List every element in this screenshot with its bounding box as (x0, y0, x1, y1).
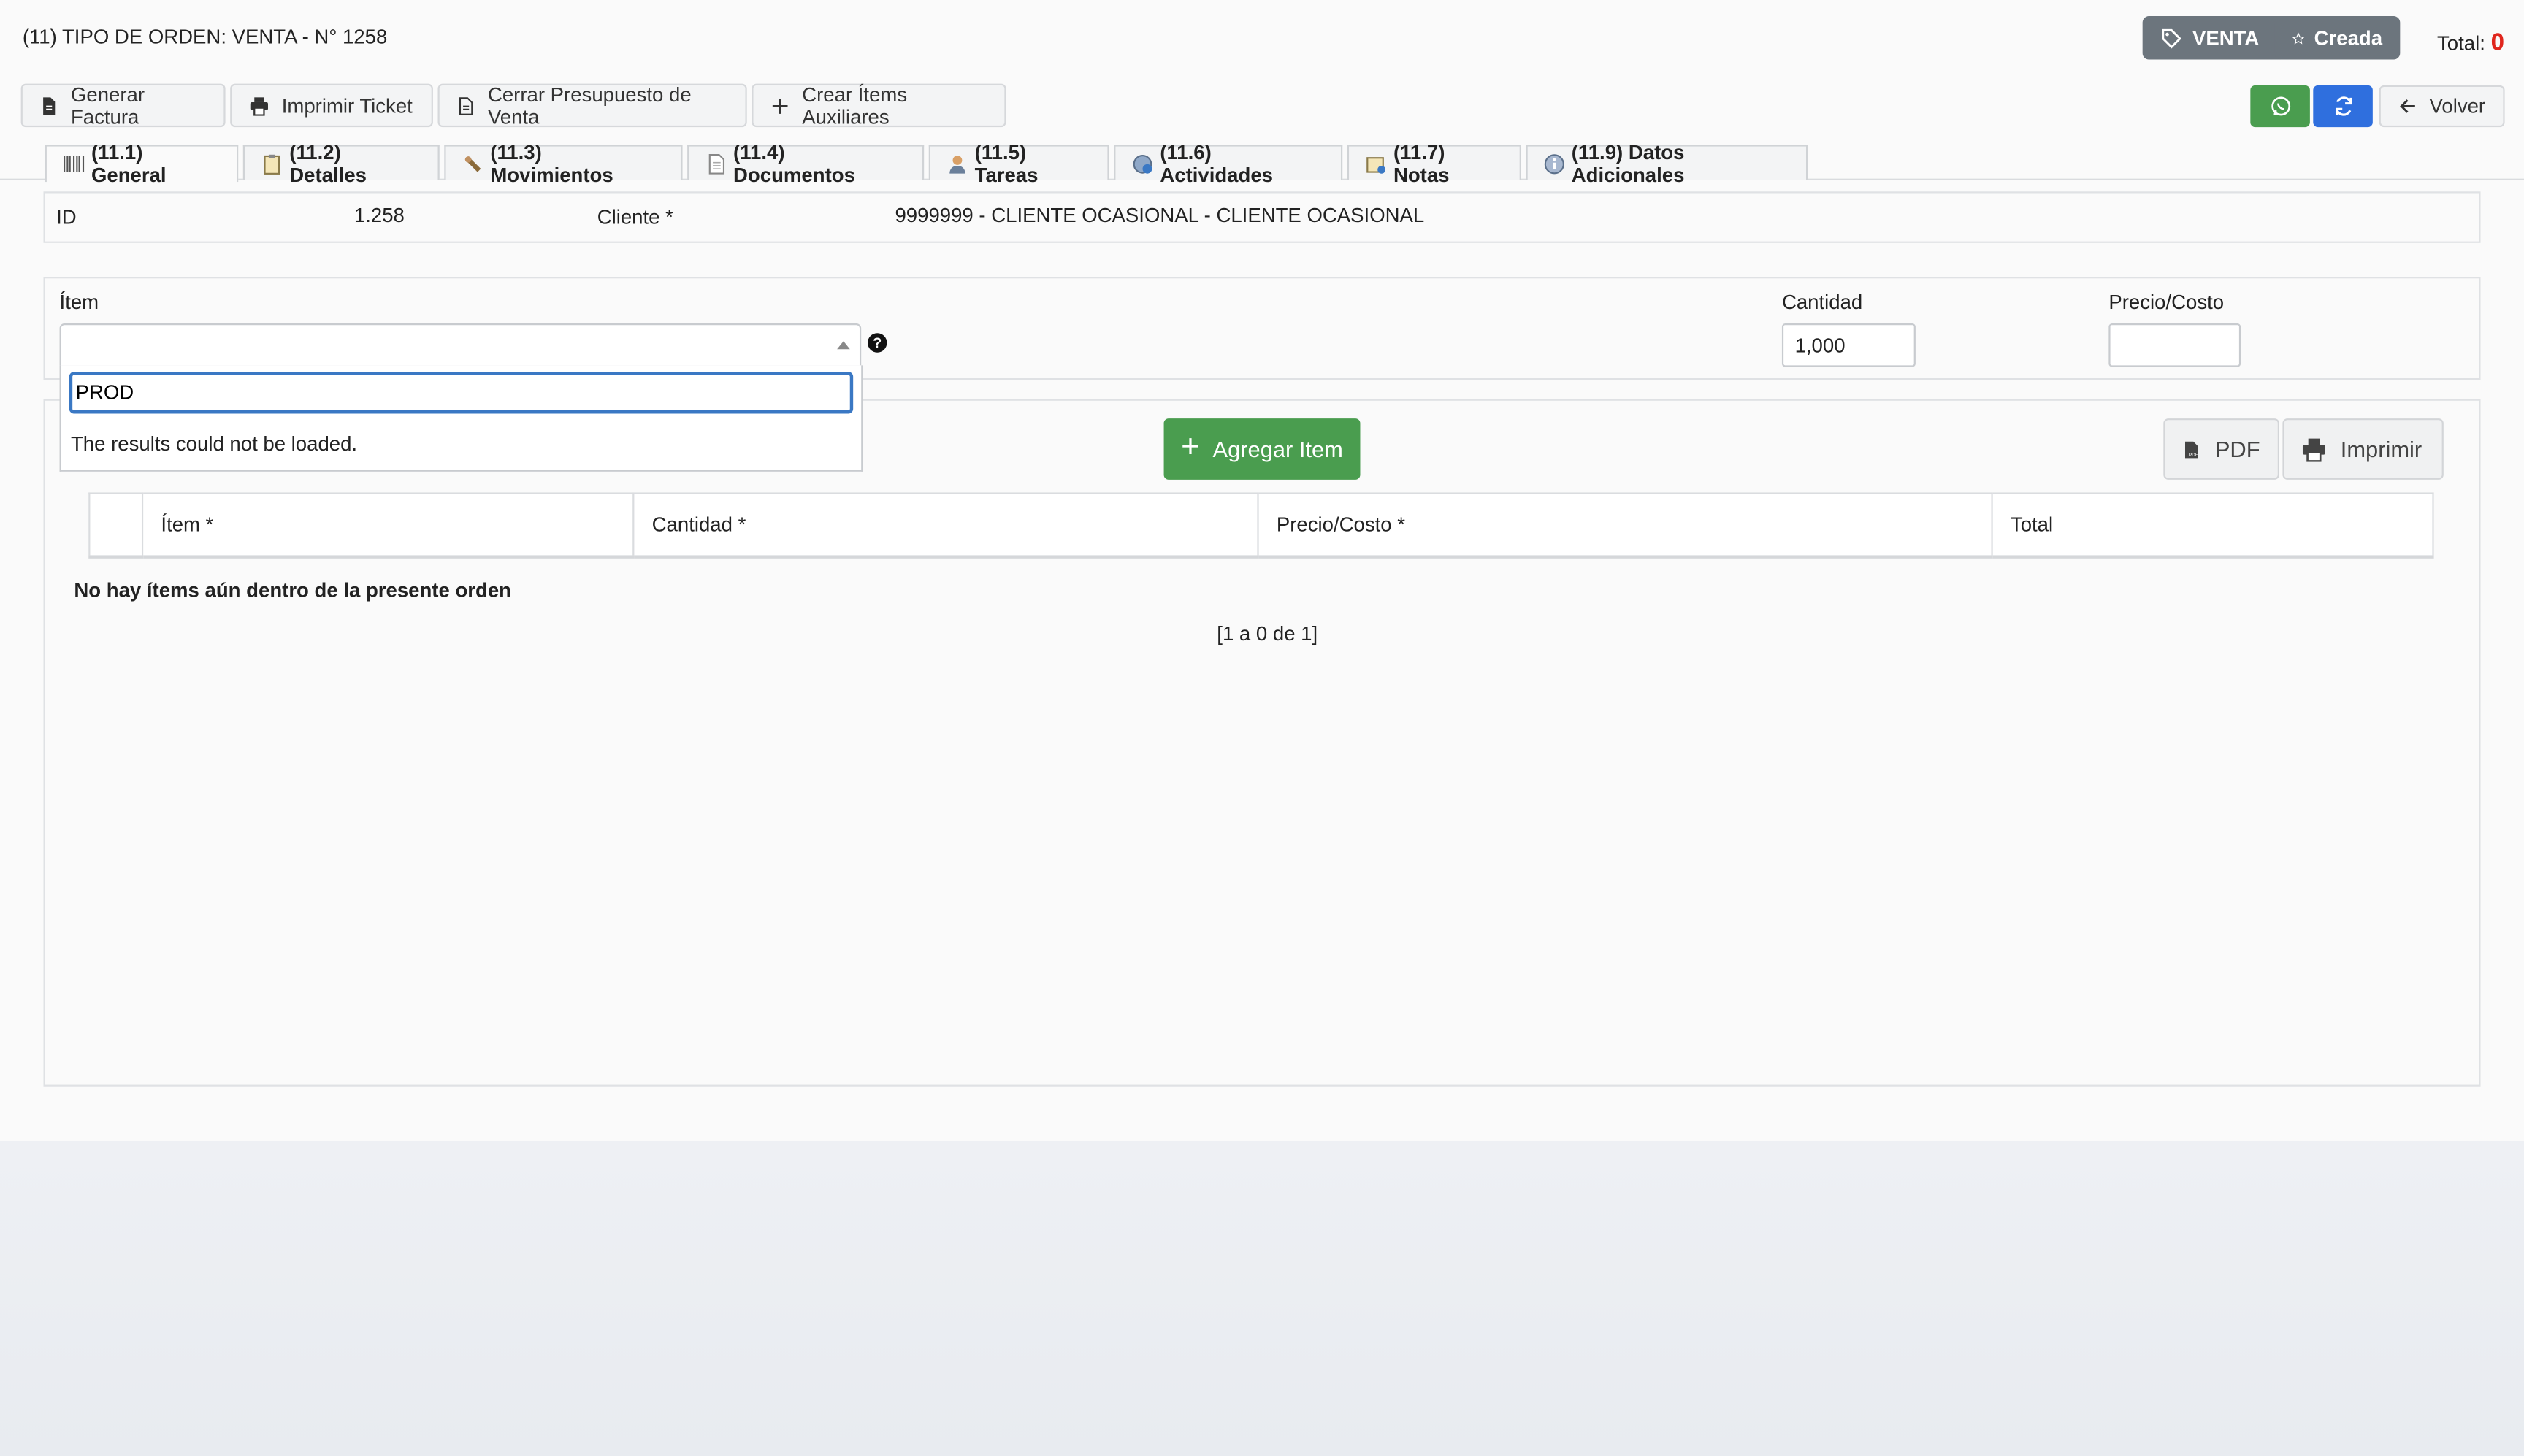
total-value: 0 (2490, 28, 2504, 57)
add-item-label: Agregar Item (1212, 436, 1343, 462)
table-header-item[interactable]: Ítem * (141, 492, 635, 559)
info-icon (1544, 153, 1564, 174)
star-icon (2292, 31, 2305, 44)
page-footer-area (0, 1141, 2524, 1456)
file-icon (43, 96, 56, 115)
refresh-button[interactable] (2313, 85, 2373, 128)
barcode-icon (64, 156, 85, 172)
back-button[interactable]: Volver (2379, 85, 2505, 128)
back-label: Volver (2429, 95, 2486, 118)
client-value: 9999999 - CLIENTE OCASIONAL - CLIENTE OC… (895, 204, 1425, 227)
table-header-quantity[interactable]: Cantidad * (632, 492, 1259, 559)
printer-icon (2302, 437, 2325, 461)
tab-tasks[interactable]: (11.5) Tareas (928, 141, 1109, 186)
help-icon[interactable]: ? (868, 333, 887, 353)
tab-activities[interactable]: (11.6) Actividades (1114, 141, 1343, 186)
tab-notes[interactable]: (11.7) Notas (1347, 141, 1521, 186)
page-title: (11) TIPO DE ORDEN: VENTA - N° 1258 (22, 26, 388, 49)
generate-invoice-button[interactable]: Generar Factura (20, 83, 226, 129)
whatsapp-icon (2271, 96, 2290, 116)
price-label: Precio/Costo (2108, 291, 2225, 314)
tab-details[interactable]: (11.2) Detalles (242, 141, 440, 186)
plus-icon: + (1181, 429, 1200, 465)
table-header-price[interactable]: Precio/Costo * (1257, 492, 1993, 559)
pdf-button[interactable]: PDF PDF (2163, 418, 2280, 480)
print-ticket-label: Imprimir Ticket (281, 93, 413, 117)
status-label: Creada (2314, 26, 2383, 50)
user-icon (949, 154, 965, 173)
pdf-icon: PDF (2184, 440, 2198, 458)
id-value: 1.258 (353, 204, 405, 227)
items-table: Ítem * Cantidad * Precio/Costo * Total (88, 492, 2434, 559)
print-ticket-button[interactable]: Imprimir Ticket (230, 83, 433, 128)
movements-icon (464, 155, 481, 172)
close-budget-button[interactable]: Cerrar Presupuesto de Venta (437, 83, 747, 129)
document-icon (708, 153, 725, 174)
tab-label: (11.1) General (91, 141, 167, 187)
document-icon (459, 96, 473, 115)
pdf-label: PDF (2214, 436, 2260, 462)
quantity-label: Cantidad (1781, 291, 1863, 314)
whatsapp-button[interactable] (2250, 85, 2310, 128)
tab-general[interactable]: (11.1) General (45, 142, 239, 187)
clipboard-icon (264, 153, 280, 174)
refresh-icon (2334, 96, 2352, 116)
tab-label: (11.7) Notas (1393, 140, 1450, 186)
status-badge: Creada (2274, 16, 2401, 60)
print-button[interactable]: Imprimir (2282, 418, 2444, 480)
select-arrow-icon[interactable] (837, 341, 850, 350)
pagination-info: [1 a 0 de 1] (1217, 622, 1318, 645)
arrow-left-icon (2400, 99, 2415, 113)
notes-icon (1366, 156, 1385, 173)
tab-label: (11.4) Documentos (733, 140, 855, 186)
plus-icon (772, 98, 788, 113)
print-label: Imprimir (2340, 436, 2422, 462)
table-header-row: Ítem * Cantidad * Precio/Costo * Total (88, 492, 2434, 559)
tab-additional-data[interactable]: (11.9) Datos Adicionales (1526, 141, 1808, 186)
item-label: Ítem (59, 291, 99, 314)
table-header-total[interactable]: Total (1991, 492, 2434, 559)
create-aux-items-label: Crear Ítems Auxiliares (802, 83, 908, 129)
tab-label: (11.5) Tareas (974, 140, 1039, 186)
add-item-button[interactable]: + Agregar Item (1163, 418, 1361, 480)
order-total: Total: 0 (2437, 29, 2504, 56)
tab-label: (11.6) Actividades (1160, 140, 1273, 186)
item-select[interactable] (59, 323, 862, 367)
close-budget-label: Cerrar Presupuesto de Venta (487, 83, 692, 129)
tab-movements[interactable]: (11.3) Movimientos (444, 141, 683, 186)
total-label: Total: (2437, 32, 2485, 55)
svg-text:PDF: PDF (2189, 452, 2198, 457)
tag-icon (2162, 28, 2181, 48)
tab-label: (11.9) Datos Adicionales (1571, 140, 1685, 186)
empty-table-message: No hay ítems aún dentro de la presente o… (74, 579, 512, 602)
create-aux-items-button[interactable]: Crear Ítems Auxiliares (752, 83, 1006, 129)
price-input[interactable] (2108, 323, 2241, 367)
client-label: Cliente * (597, 206, 673, 229)
item-search-input[interactable] (69, 372, 854, 414)
generate-invoice-label: Generar Factura (70, 83, 145, 129)
tab-label: (11.3) Movimientos (490, 140, 613, 186)
activity-icon (1133, 153, 1152, 173)
printer-icon (250, 96, 268, 115)
quantity-input[interactable] (1781, 323, 1916, 367)
order-type-label: VENTA (2192, 26, 2260, 50)
results-error-message: The results could not be loaded. (70, 432, 358, 456)
tab-documents[interactable]: (11.4) Documentos (687, 141, 925, 186)
id-label: ID (56, 206, 77, 229)
table-header-select (88, 492, 144, 559)
tab-label: (11.2) Detalles (289, 140, 367, 186)
